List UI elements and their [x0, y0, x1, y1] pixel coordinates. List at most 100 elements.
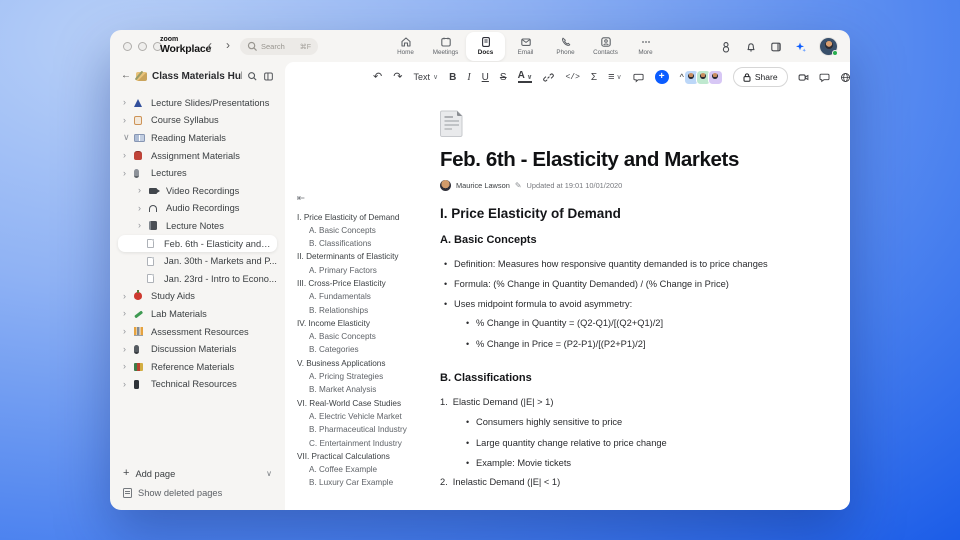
chevron-right-icon[interactable]: ›: [123, 362, 134, 371]
sidebar-item-lecture-notes[interactable]: › Lecture Notes: [110, 217, 285, 235]
numbered-item[interactable]: 2. Inelastic Demand (|E| < 1): [440, 476, 792, 488]
outline-item[interactable]: A. Electric Vehicle Market: [297, 410, 441, 423]
bullet-item[interactable]: Large quantity change relative to price …: [462, 437, 792, 449]
chevron-right-icon[interactable]: ›: [123, 379, 134, 389]
outline-item[interactable]: V. Business Applications: [297, 357, 441, 370]
add-page-button[interactable]: + Add page ∨: [110, 464, 285, 483]
bullet-item[interactable]: Definition: Measures how responsive quan…: [440, 258, 792, 270]
chevron-right-icon[interactable]: ›: [123, 309, 134, 318]
outline-item[interactable]: A. Basic Concepts: [297, 224, 441, 237]
sidebar-item-jan-23rd-page[interactable]: Jan. 23rd - Intro to Econo...: [110, 270, 285, 288]
tab-phone[interactable]: Phone: [546, 32, 585, 61]
sidebar-search-icon[interactable]: [247, 71, 258, 82]
bold-button[interactable]: B: [449, 72, 456, 83]
sidebar-item-lectures[interactable]: › Lectures: [110, 164, 285, 182]
sidebar-item-feb-6th-page[interactable]: Feb. 6th - Elasticity and M...: [118, 234, 277, 253]
redo-button[interactable]: ↷: [393, 71, 402, 83]
forward-button[interactable]: ›: [226, 38, 230, 52]
sidebar-item-reading-materials[interactable]: ∨ Reading Materials: [110, 129, 285, 147]
comment-icon[interactable]: [633, 72, 644, 83]
back-button[interactable]: ‹: [208, 38, 212, 52]
sidebar-item-video-recordings[interactable]: › Video Recordings: [110, 182, 285, 200]
ai-sparkle-icon[interactable]: [795, 41, 807, 53]
code-button[interactable]: </>: [565, 73, 579, 82]
chevron-right-icon[interactable]: ›: [138, 221, 149, 230]
tab-email[interactable]: Email: [506, 32, 545, 61]
sidebar-item-lecture-slides[interactable]: › Lecture Slides/Presentations: [110, 94, 285, 112]
sidebar-item-lab-materials[interactable]: › Lab Materials: [110, 305, 285, 323]
sidebar-item-course-syllabus[interactable]: › Course Syllabus: [110, 112, 285, 130]
sidebar-item-reference-materials[interactable]: › Reference Materials: [110, 358, 285, 376]
outline-item[interactable]: A. Pricing Strategies: [297, 370, 441, 383]
sidebar-item-discussion-materials[interactable]: › Discussion Materials: [110, 340, 285, 358]
chevron-right-icon[interactable]: ›: [123, 291, 134, 301]
outline-item[interactable]: IV. Income Elasticity: [297, 317, 441, 330]
global-search-input[interactable]: Search ⌘F: [240, 38, 318, 55]
sidebar-item-audio-recordings[interactable]: › Audio Recordings: [110, 200, 285, 218]
chevron-right-icon[interactable]: ›: [123, 327, 134, 336]
outline-item[interactable]: A. Fundamentals: [297, 290, 441, 303]
sidebar-item-assessment-resources[interactable]: › Assessment Resources: [110, 323, 285, 341]
bullet-item[interactable]: Formula: (% Change in Quantity Demanded)…: [440, 278, 792, 290]
bullet-item[interactable]: Uses midpoint formula to avoid asymmetry…: [440, 298, 792, 310]
sidebar-item-technical-resources[interactable]: › Technical Resources: [110, 376, 285, 394]
bullet-item[interactable]: % Change in Price = (P2-P1)/[(P2+P1)/2]: [462, 338, 792, 350]
outline-item[interactable]: III. Cross-Price Elasticity: [297, 277, 441, 290]
link-icon[interactable]: [543, 72, 555, 83]
chevron-right-icon[interactable]: ›: [123, 168, 134, 178]
document-body[interactable]: Feb. 6th - Elasticity and Markets Mauric…: [440, 92, 792, 488]
bullet-item[interactable]: Example: Movie tickets: [462, 457, 792, 469]
outline-item[interactable]: B. Market Analysis: [297, 383, 441, 396]
section-heading[interactable]: I. Price Elasticity of Demand: [440, 207, 792, 221]
outline-item[interactable]: B. Classifications: [297, 237, 441, 250]
chevron-right-icon[interactable]: ›: [138, 203, 149, 213]
outline-item[interactable]: B. Categories: [297, 343, 441, 356]
italic-button[interactable]: I: [467, 72, 470, 83]
panel-icon[interactable]: [770, 41, 782, 53]
subsection-heading[interactable]: A. Basic Concepts: [440, 234, 792, 246]
tab-meetings[interactable]: Meetings: [426, 32, 465, 61]
sidebar-item-study-aids[interactable]: › Study Aids: [110, 288, 285, 306]
video-camera-icon[interactable]: [798, 72, 809, 83]
undo-button[interactable]: ↶: [373, 71, 382, 83]
chevron-right-icon[interactable]: ›: [123, 344, 134, 354]
numbered-item[interactable]: 1. Elastic Demand (|E| > 1): [440, 396, 792, 408]
sidebar-item-assignment-materials[interactable]: › Assignment Materials: [110, 147, 285, 165]
outline-item[interactable]: VII. Practical Calculations: [297, 450, 441, 463]
bullet-item[interactable]: % Change in Quantity = (Q2-Q1)/[(Q2+Q1)/…: [462, 317, 792, 329]
bullet-item[interactable]: Consumers highly sensitive to price: [462, 416, 792, 428]
collapse-panel-icon[interactable]: [263, 71, 274, 82]
outline-item[interactable]: VI. Real-World Case Studies: [297, 397, 441, 410]
chevron-right-icon[interactable]: ›: [123, 115, 134, 125]
outline-item[interactable]: II. Determinants of Elasticity: [297, 250, 441, 263]
sidebar-item-jan-30th-page[interactable]: Jan. 30th - Markets and P...: [110, 252, 285, 270]
show-deleted-pages-button[interactable]: Show deleted pages: [110, 483, 285, 502]
user-avatar[interactable]: [820, 38, 838, 56]
list-format-dropdown[interactable]: ≡ ∨: [608, 71, 622, 83]
equation-button[interactable]: Σ: [591, 72, 597, 83]
tab-home[interactable]: Home: [386, 32, 425, 61]
chevron-right-icon[interactable]: ›: [138, 186, 149, 195]
subsection-heading[interactable]: B. Classifications: [440, 372, 792, 384]
text-color-button[interactable]: A ∨: [517, 70, 533, 84]
tab-docs[interactable]: Docs: [466, 32, 505, 61]
apps-icon[interactable]: [720, 41, 732, 53]
outline-item[interactable]: B. Pharmaceutical Industry: [297, 423, 441, 436]
globe-icon[interactable]: [840, 72, 850, 83]
outline-item[interactable]: C. Entertainment Industry: [297, 437, 441, 450]
insert-block-button[interactable]: +: [654, 70, 669, 84]
strikethrough-button[interactable]: S: [500, 72, 507, 83]
outline-item[interactable]: A. Primary Factors: [297, 264, 441, 277]
outline-item[interactable]: B. Luxury Car Example: [297, 476, 441, 489]
window-minimize-button[interactable]: [138, 42, 147, 51]
chevron-down-icon[interactable]: ∨: [123, 133, 134, 142]
collaborator-avatar[interactable]: [707, 69, 723, 85]
chat-bubble-icon[interactable]: [819, 72, 830, 83]
tab-contacts[interactable]: Contacts: [586, 32, 625, 61]
text-style-dropdown[interactable]: Text ∨: [413, 72, 438, 82]
outline-item[interactable]: I. Price Elasticity of Demand: [297, 211, 441, 224]
underline-button[interactable]: U: [482, 72, 489, 83]
chevron-down-icon[interactable]: ∨: [266, 469, 272, 478]
bell-icon[interactable]: [745, 41, 757, 53]
tab-more[interactable]: More: [626, 32, 665, 61]
